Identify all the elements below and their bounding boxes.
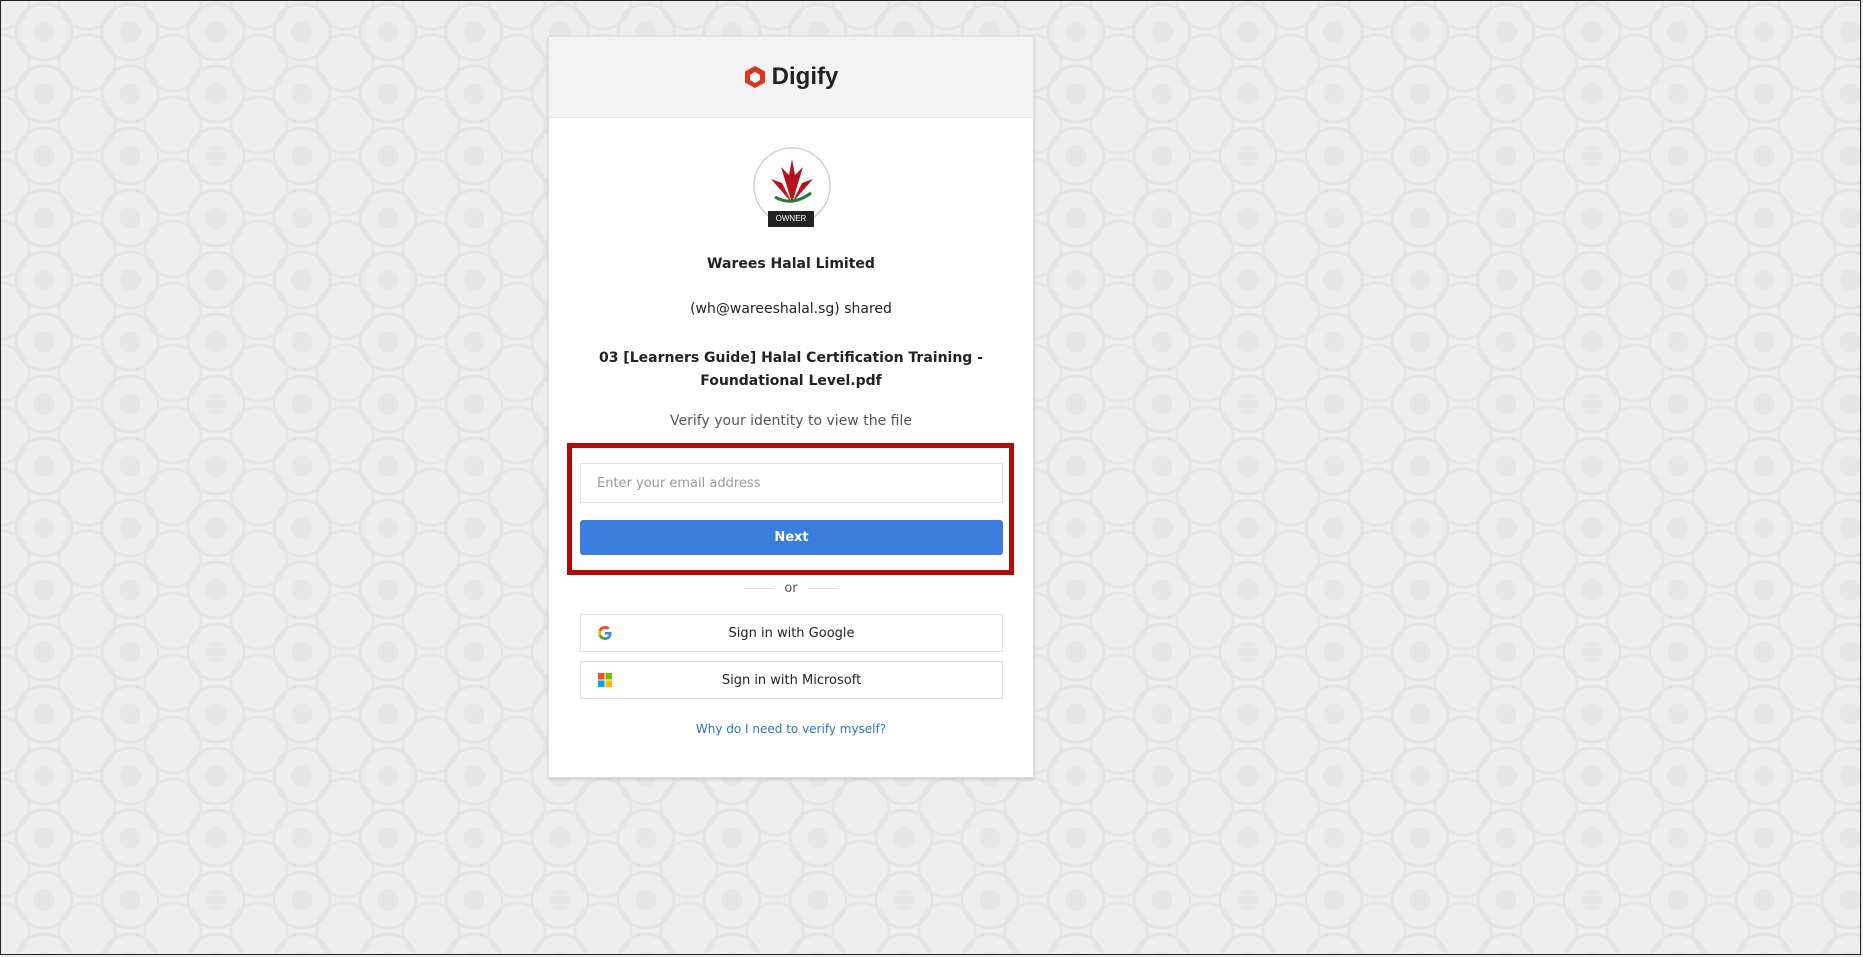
brand-name: Digify bbox=[771, 63, 839, 90]
verification-card: Digify OWNER Warees Halal Limited (wh@wa… bbox=[548, 36, 1034, 778]
microsoft-signin-button[interactable]: Sign in with Microsoft bbox=[580, 661, 1003, 699]
owner-badge: OWNER bbox=[768, 211, 814, 227]
verify-instruction: Verify your identity to view the file bbox=[670, 413, 912, 429]
digify-logo-icon bbox=[744, 66, 765, 88]
or-label: or bbox=[784, 580, 798, 596]
google-icon bbox=[598, 626, 612, 640]
google-signin-button[interactable]: Sign in with Google bbox=[580, 614, 1003, 652]
owner-shared-text: (wh@wareeshalal.sg) shared bbox=[690, 301, 892, 317]
google-signin-label: Sign in with Google bbox=[728, 625, 855, 641]
card-header: Digify bbox=[549, 37, 1033, 118]
divider-line-right bbox=[807, 587, 838, 589]
or-divider: or bbox=[549, 578, 1033, 598]
highlight-box bbox=[567, 443, 1014, 575]
why-verify-link[interactable]: Why do I need to verify myself? bbox=[549, 722, 1033, 736]
brand-logo: Digify bbox=[744, 63, 839, 91]
owner-avatar: OWNER bbox=[751, 145, 833, 231]
divider-line-left bbox=[744, 587, 775, 589]
file-name: 03 [Learners Guide] Halal Certification … bbox=[549, 347, 1033, 393]
microsoft-icon bbox=[598, 673, 612, 687]
owner-org-name: Warees Halal Limited bbox=[707, 256, 875, 272]
microsoft-signin-label: Sign in with Microsoft bbox=[721, 672, 862, 688]
file-name-line1: 03 [Learners Guide] Halal Certification … bbox=[598, 350, 984, 366]
file-name-line2: Foundational Level.pdf bbox=[700, 373, 882, 389]
